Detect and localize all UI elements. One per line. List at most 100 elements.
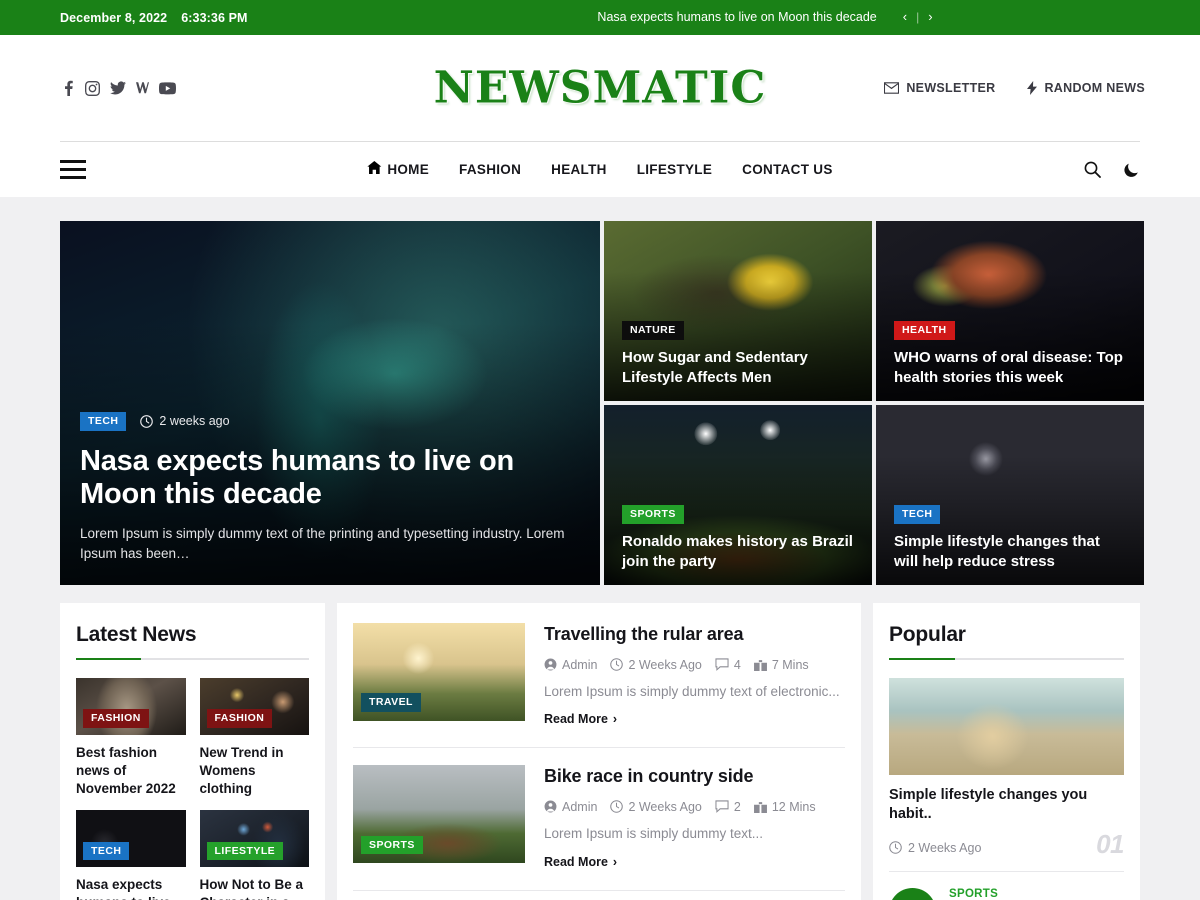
hero-date: 2 weeks ago: [140, 414, 230, 429]
ticker-next-button[interactable]: ›: [928, 10, 932, 23]
latest-category-badge[interactable]: TECH: [83, 841, 130, 861]
latest-category-badge[interactable]: LIFESTYLE: [206, 841, 284, 861]
post-thumbnail: TRAVEL: [353, 623, 525, 721]
post-comment-count: 4: [733, 657, 741, 672]
tile-category-badge[interactable]: HEALTH: [894, 321, 955, 340]
hero-featured-excerpt: Lorem Ipsum is simply dummy text of the …: [80, 525, 565, 562]
list-item[interactable]: FASHION Best fashion news of November 20…: [76, 678, 186, 797]
ticker-pause-button[interactable]: |: [916, 11, 919, 23]
list-item[interactable]: TECH Nasa expects humans to live on Moon…: [76, 810, 186, 900]
popular-featured-image: [889, 678, 1124, 775]
read-more-link[interactable]: Read More ›: [544, 855, 617, 869]
latest-title: New Trend in Womens clothing: [199, 745, 284, 796]
post-content: Travelling the rular area Admin 2 Weeks …: [544, 623, 845, 728]
popular-featured-date: 2 Weeks Ago: [889, 841, 981, 855]
twitter-icon[interactable]: [110, 81, 126, 95]
nav-item-contact-us[interactable]: CONTACT US: [742, 162, 833, 177]
popular-featured[interactable]: Simple lifestyle changes you habit.. 2 W…: [889, 678, 1124, 872]
current-time: 6:33:36 PM: [181, 10, 248, 25]
newsletter-button[interactable]: NEWSLETTER: [884, 81, 995, 95]
popular-panel: Popular Simple lifestyle changes you hab…: [873, 603, 1140, 900]
read-more-label: Read More: [544, 854, 608, 869]
post-read-time-text: 12 Mins: [771, 799, 816, 814]
chevron-right-icon: ›: [612, 712, 618, 727]
hamburger-menu-button[interactable]: [60, 159, 86, 179]
ticker-headline[interactable]: Nasa expects humans to live on Moon this…: [597, 10, 876, 24]
latest-thumb: TECH: [76, 810, 186, 868]
table-row[interactable]: SPORTS Bike race in country side Admin 2…: [353, 748, 845, 891]
latest-thumb: FASHION: [76, 678, 186, 735]
latest-news-heading: Latest News: [76, 623, 309, 660]
hero-featured-body: TECH 2 weeks ago Nasa expects humans to …: [60, 412, 600, 585]
post-read-time: 12 Mins: [753, 799, 816, 814]
instagram-icon[interactable]: [85, 80, 100, 96]
hero-tile-tech[interactable]: TECH Simple lifestyle changes that will …: [876, 405, 1144, 585]
popular-item-content: SPORTS Ronaldo makes history as Brazil j…: [949, 888, 1124, 900]
post-title[interactable]: Bike race in country side: [544, 765, 845, 788]
nav-item-lifestyle[interactable]: LIFESTYLE: [637, 162, 712, 177]
post-date-text: 2 Weeks Ago: [628, 799, 702, 814]
hero-tile-health[interactable]: HEALTH WHO warns of oral disease: Top he…: [876, 221, 1144, 401]
ticker-prev-button[interactable]: ‹: [903, 10, 907, 23]
latest-title: Best fashion news of November 2022: [76, 745, 176, 796]
post-title[interactable]: Travelling the rular area: [544, 623, 845, 646]
navigation-bar: HOME FASHION HEALTH LIFESTYLE CONTACT US: [0, 141, 1200, 197]
table-row[interactable]: Ronaldo make history as Portugal joins: [353, 891, 845, 900]
post-author-name: Admin: [562, 657, 598, 672]
newsletter-label: NEWSLETTER: [906, 81, 996, 95]
site-header: NEWSMATIC NEWSLETTER RANDOM NEWS: [0, 35, 1200, 141]
hero-tile-nature[interactable]: NATURE How Sugar and Sedentary Lifestyle…: [604, 221, 872, 401]
popular-item-category[interactable]: SPORTS: [949, 888, 1124, 900]
social-links: [62, 80, 176, 96]
latest-news-panel: Latest News FASHION Best fashion news of…: [60, 603, 325, 900]
tile-title: WHO warns of oral disease: Top health st…: [894, 349, 1123, 386]
envelope-icon: [884, 82, 900, 94]
nav-item-health[interactable]: HEALTH: [551, 162, 607, 177]
hero-section: TECH 2 weeks ago Nasa expects humans to …: [60, 221, 1144, 585]
post-comments: 2: [715, 800, 741, 814]
hero-category-badge[interactable]: TECH: [80, 412, 127, 431]
search-icon[interactable]: [1084, 161, 1101, 178]
hero-date-text: 2 weeks ago: [159, 414, 230, 429]
popular-rank-number: 01: [1096, 828, 1124, 859]
tile-category-badge[interactable]: TECH: [894, 505, 941, 524]
post-category-badge[interactable]: TRAVEL: [361, 693, 421, 712]
hero-featured-article[interactable]: TECH 2 weeks ago Nasa expects humans to …: [60, 221, 600, 585]
post-date: 2 Weeks Ago: [610, 799, 702, 814]
home-icon: [367, 161, 382, 177]
read-more-label: Read More: [544, 712, 608, 727]
post-read-time-text: 7 Mins: [771, 657, 809, 672]
bolt-icon: [1027, 81, 1038, 95]
post-excerpt: Lorem Ipsum is simply dummy text...: [544, 825, 764, 841]
read-more-link[interactable]: Read More ›: [544, 712, 617, 726]
hero-tile-sports[interactable]: SPORTS Ronaldo makes history as Brazil j…: [604, 405, 872, 585]
tile-category-badge[interactable]: NATURE: [622, 321, 684, 340]
youtube-icon[interactable]: [159, 81, 176, 95]
tile-category-badge[interactable]: SPORTS: [622, 505, 684, 524]
nav-item-home[interactable]: HOME: [367, 161, 429, 177]
facebook-icon[interactable]: [62, 80, 75, 96]
hero-tile-body: SPORTS Ronaldo makes history as Brazil j…: [604, 489, 872, 585]
list-item[interactable]: FASHION New Trend in Womens clothing: [199, 678, 309, 797]
latest-category-badge[interactable]: FASHION: [83, 709, 149, 728]
post-author: Admin: [544, 800, 597, 814]
hero-tile-body: NATURE How Sugar and Sedentary Lifestyle…: [604, 305, 872, 401]
post-category-badge[interactable]: SPORTS: [361, 835, 423, 855]
latest-thumb: LIFESTYLE: [199, 810, 309, 868]
article-list-panel: TRAVEL Travelling the rular area Admin 2…: [337, 603, 861, 900]
nav-actions: [1084, 161, 1140, 178]
list-item[interactable]: 02 SPORTS Ronaldo makes history as Brazi…: [889, 872, 1124, 900]
random-news-button[interactable]: RANDOM NEWS: [1027, 81, 1145, 95]
latest-category-badge[interactable]: FASHION: [206, 709, 273, 728]
popular-featured-image-wrap: [889, 678, 1124, 775]
header-actions: NEWSLETTER RANDOM NEWS: [884, 81, 1145, 95]
wordpress-icon[interactable]: [136, 81, 149, 95]
top-bar: December 8, 2022 6:33:36 PM Nasa expects…: [0, 0, 1200, 35]
nav-item-fashion[interactable]: FASHION: [459, 162, 521, 177]
moon-icon[interactable]: [1123, 161, 1140, 178]
page-root: December 8, 2022 6:33:36 PM Nasa expects…: [0, 0, 1200, 900]
list-item[interactable]: LIFESTYLE How Not to Be a Character in a…: [199, 810, 309, 900]
table-row[interactable]: TRAVEL Travelling the rular area Admin 2…: [353, 623, 845, 749]
ticker-controls: ‹ | ›: [903, 10, 933, 23]
site-logo[interactable]: NEWSMATIC: [434, 63, 767, 114]
